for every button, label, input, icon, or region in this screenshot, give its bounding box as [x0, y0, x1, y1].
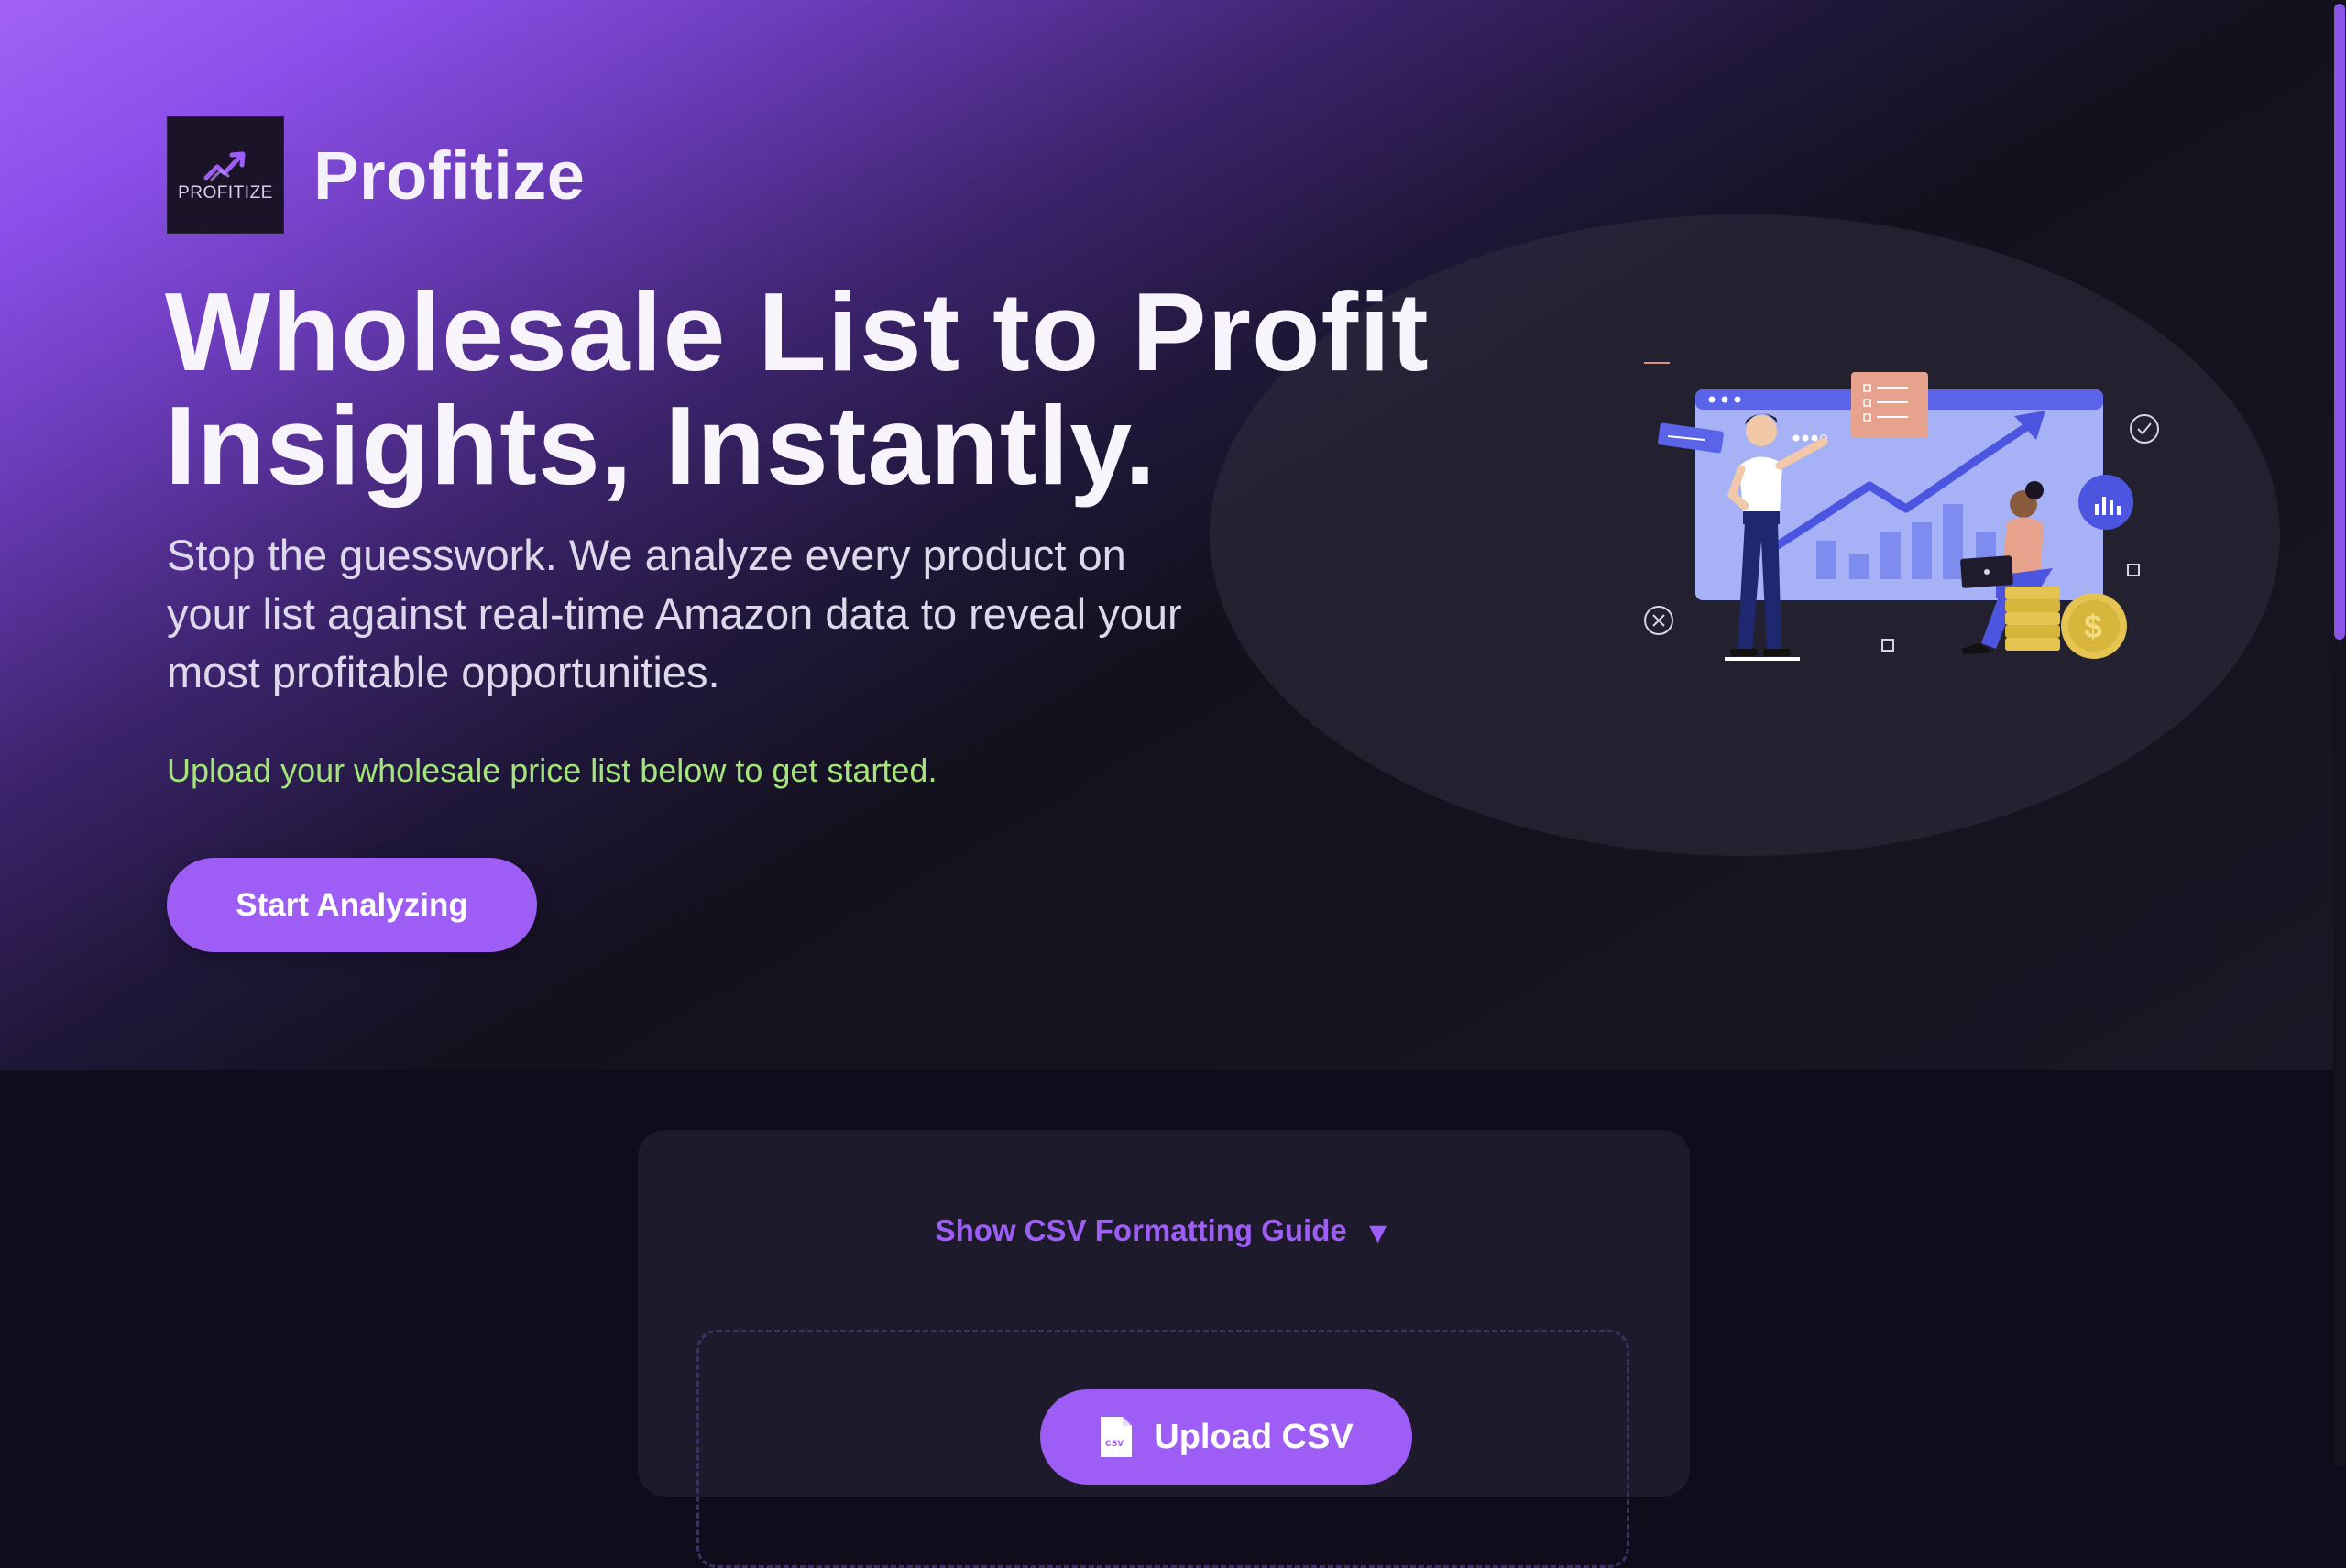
logo[interactable]: PROFITIZE: [167, 116, 284, 234]
upload-csv-button[interactable]: csv Upload CSV: [1040, 1389, 1412, 1485]
csv-file-icon-text: csv: [1105, 1436, 1124, 1449]
brand-header[interactable]: PROFITIZE Profitize: [167, 116, 585, 234]
brand-name[interactable]: Profitize: [313, 137, 585, 214]
start-analyzing-button[interactable]: Start Analyzing: [167, 858, 537, 952]
hero-headline-line1: Wholesale List to Profit: [165, 269, 1430, 394]
csv-guide-toggle-label: Show CSV Formatting Guide: [935, 1213, 1347, 1247]
csv-guide-toggle[interactable]: Show CSV Formatting Guide ▼: [638, 1212, 1690, 1251]
upload-csv-label: Upload CSV: [1154, 1417, 1354, 1456]
csv-dropzone[interactable]: csv Upload CSV: [696, 1330, 1629, 1568]
hero-headline: Wholesale List to Profit Insights, Insta…: [165, 275, 1540, 502]
upload-card: Show CSV Formatting Guide ▼ csv Upload CS…: [638, 1130, 1690, 1568]
upload-hint: Upload your wholesale price list below t…: [167, 751, 937, 789]
svg-text:$: $: [2084, 608, 2102, 645]
analytics-illustration: $: [1644, 362, 2159, 661]
caret-down-icon: ▼: [1363, 1216, 1393, 1249]
hero-section: PROFITIZE Profitize Wholesale List to Pr…: [0, 0, 2346, 1070]
csv-file-icon: csv: [1101, 1417, 1133, 1457]
logo-wordmark: PROFITIZE: [178, 183, 273, 203]
scrollbar-thumb[interactable]: [2334, 4, 2345, 640]
hero-subtext: Stop the guesswork. We analyze every pro…: [167, 531, 1182, 696]
page-scrollbar[interactable]: [2333, 0, 2346, 1466]
hero-headline-line2: Insights, Instantly.: [165, 383, 1157, 508]
trending-up-icon: [203, 151, 246, 181]
